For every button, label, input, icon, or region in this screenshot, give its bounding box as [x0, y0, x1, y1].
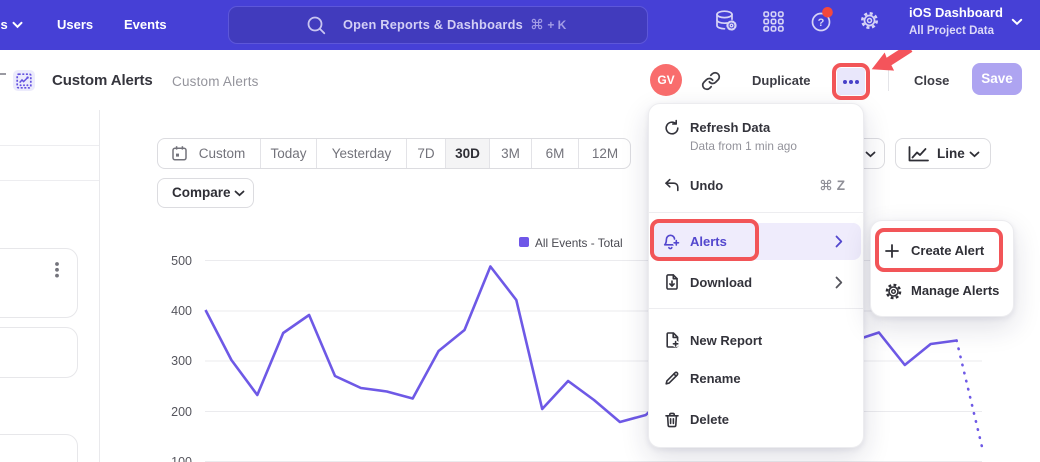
svg-text:?: ? [818, 17, 825, 29]
